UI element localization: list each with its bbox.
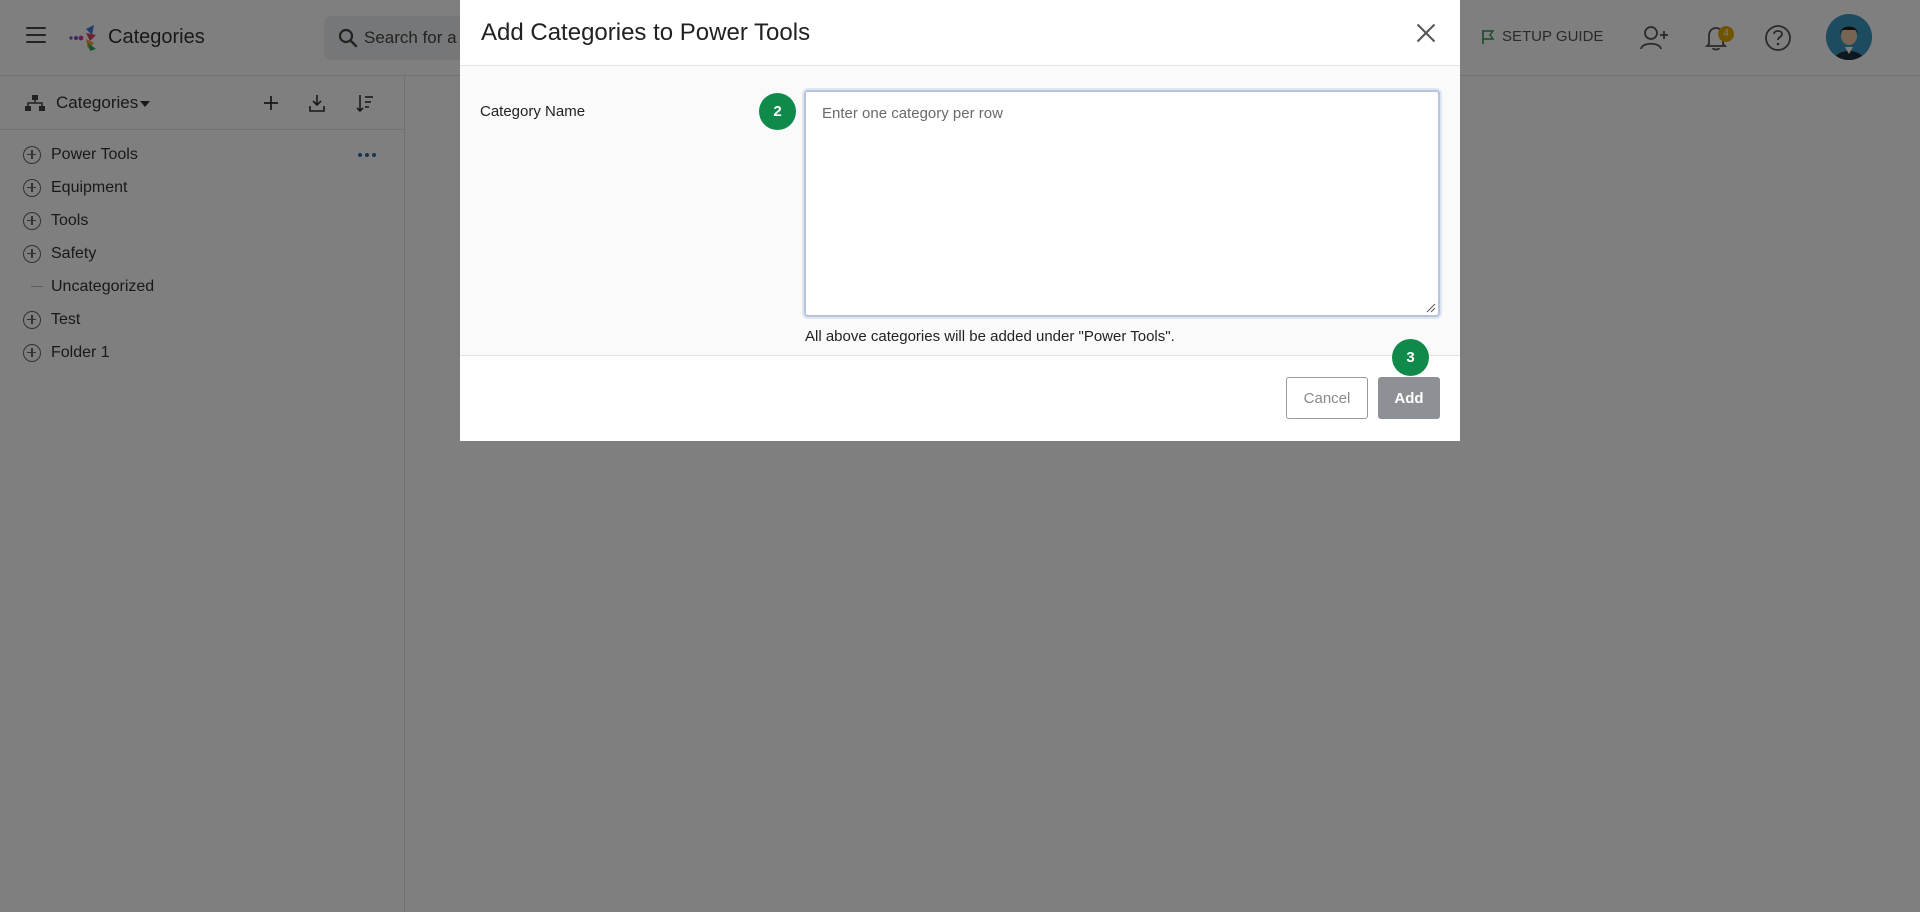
category-name-label: Category Name	[480, 103, 586, 120]
resize-grip-icon[interactable]	[1426, 303, 1436, 313]
close-icon[interactable]	[1415, 22, 1437, 44]
add-button[interactable]: Add	[1378, 377, 1440, 419]
step-badge: 3	[1392, 339, 1429, 376]
dialog-body: Category Name 2 All above categories wil…	[460, 66, 1460, 356]
dialog-header: Add Categories to Power Tools	[460, 0, 1460, 66]
add-categories-dialog: Add Categories to Power Tools Category N…	[460, 0, 1460, 441]
help-text: All above categories will be added under…	[805, 328, 1175, 345]
dialog-title: Add Categories to Power Tools	[481, 19, 811, 46]
category-name-textarea[interactable]	[804, 90, 1440, 317]
step-badge: 2	[759, 93, 796, 130]
cancel-button[interactable]: Cancel	[1286, 377, 1368, 419]
